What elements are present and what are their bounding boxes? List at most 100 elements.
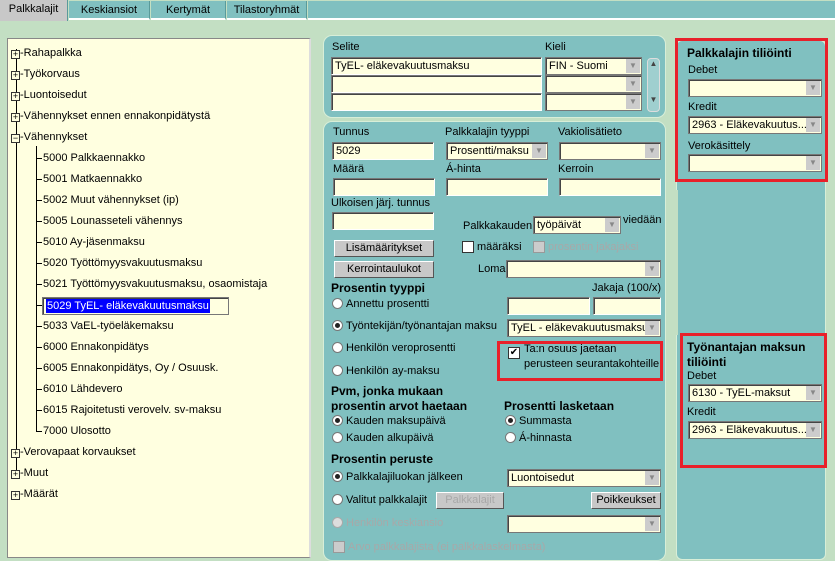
kredit-select[interactable]: 2963 - Eläkevakuutus... ▼	[688, 116, 822, 134]
selite-input-2[interactable]	[331, 75, 542, 93]
tree-group-top-1[interactable]: + -Työkorvaus	[11, 66, 80, 82]
tree-item[interactable]: 5010 Ay-jäsenmaksu	[42, 234, 146, 250]
palkkakauden-select[interactable]: työpäivät ▼	[533, 216, 621, 234]
tyonantaja-debet-select[interactable]: 6130 - TyEL-maksut ▼	[688, 384, 822, 402]
maksu-value: TyEL - eläkevakuutusmaksu	[511, 322, 649, 334]
tyonantaja-debet-label: Debet	[687, 370, 717, 382]
palkkalaji-tree[interactable]: + -Rahapalkka + -Työkorvaus + -Luontoisedut + -…	[7, 38, 311, 558]
expand-icon[interactable]: +	[11, 50, 20, 59]
tree-item[interactable]: 5033 VaEL-työeläkemaksu	[42, 318, 175, 334]
tree-group-bottom-2[interactable]: + -Määrät	[11, 486, 58, 502]
expand-icon[interactable]: +	[11, 491, 20, 500]
ahinta-input[interactable]	[446, 178, 548, 196]
peruste-title: Prosentin peruste	[331, 452, 434, 466]
maksu-select[interactable]: TyEL - eläkevakuutusmaksu ▼	[507, 319, 661, 337]
tree-group-top-2[interactable]: + -Luontoisedut	[11, 87, 87, 103]
chevron-down-icon: ▼	[626, 77, 640, 91]
kieli-select-2[interactable]: ▼	[545, 75, 642, 93]
highlight-seuranta	[497, 341, 663, 381]
tree-item[interactable]: 5021 Työttömyysvakuutusmaksu, osaomistaj…	[42, 276, 268, 292]
vakio-select[interactable]: ▼	[559, 142, 661, 160]
tree-item-label: 5000 Palkkaennakko	[43, 152, 146, 164]
tree-item[interactable]: 6015 Rajoitetusti verovelv. sv-maksu	[42, 402, 222, 418]
tyonantaja-kredit-value: 2963 - Eläkevakuutus...	[692, 424, 807, 436]
radio-ahinnasta[interactable]	[505, 432, 516, 443]
tree-item[interactable]: 6000 Ennakonpidätys	[42, 339, 150, 355]
tree-item[interactable]: 5002 Muut vähennykset (ip)	[42, 192, 180, 208]
jakaja-input[interactable]	[593, 297, 661, 315]
radio-valitut-palkkalajit[interactable]	[332, 494, 343, 505]
tyyppi-select[interactable]: Prosentti/maksu ▼	[446, 142, 548, 160]
radio-summasta[interactable]	[505, 415, 516, 426]
tiliointi-title: Palkkalajin tiliöinti	[687, 46, 792, 60]
radio-ay-maksu[interactable]	[332, 365, 343, 376]
tree-group-expanded[interactable]: − -Vähennykset	[11, 129, 87, 145]
loma-select[interactable]: ▼	[506, 260, 661, 278]
debet-select[interactable]: ▼	[688, 79, 822, 97]
maara-input[interactable]	[333, 178, 435, 196]
tyonantaja-kredit-select[interactable]: 2963 - Eläkevakuutus... ▼	[688, 421, 822, 439]
debet-label: Debet	[688, 64, 718, 76]
expand-icon[interactable]: +	[11, 71, 20, 80]
pvm-title-2: prosentin arvot haetaan	[331, 399, 468, 413]
palkkalajit-button[interactable]: Palkkalajit	[436, 492, 504, 509]
tab-keskiansiot[interactable]: Keskiansiot	[69, 1, 150, 20]
kieli-label: Kieli	[545, 41, 566, 53]
kieli-select-3[interactable]: ▼	[545, 93, 642, 111]
chevron-down-icon: ▼	[806, 81, 820, 95]
tab-kertymat[interactable]: Kertymät	[151, 1, 226, 20]
radio-tyontekijan-maksu[interactable]	[332, 320, 343, 331]
radio-henkilon-keskiansio[interactable]	[332, 517, 343, 528]
language-scrollbar[interactable]: ▲ ▼	[647, 58, 660, 112]
chevron-down-icon: ▼	[645, 144, 659, 158]
expand-icon[interactable]: +	[11, 470, 20, 479]
loma-label: Loma	[478, 263, 506, 275]
lisamaaritykset-button[interactable]: Lisämääritykset	[334, 240, 434, 257]
arvo-checkbox[interactable]	[333, 541, 345, 553]
jakajaksi-checkbox[interactable]	[533, 241, 545, 253]
tree-group-bottom-0[interactable]: + -Verovapaat korvaukset	[11, 444, 136, 460]
collapse-icon[interactable]: −	[11, 134, 20, 143]
jakajaksi-label: prosentin jakajaksi	[548, 241, 639, 253]
expand-icon[interactable]: +	[11, 449, 20, 458]
radio-kauden-alkupaiva[interactable]	[332, 432, 343, 443]
tree-line	[36, 146, 37, 431]
radio-palkkalajiluokan-jalkeen[interactable]	[332, 471, 343, 482]
tree-item[interactable]: 5005 Lounasseteli vähennys	[42, 213, 183, 229]
scroll-down-icon[interactable]: ▼	[648, 95, 659, 104]
verokasittely-select[interactable]: ▼	[688, 154, 822, 172]
tree-item[interactable]: 5020 Työttömyysvakuutusmaksu	[42, 255, 203, 271]
tree-item[interactable]: 5029 TyEL- eläkevakuutusmaksu	[42, 297, 229, 315]
tree-item[interactable]: 6010 Lähdevero	[42, 381, 124, 397]
kieli-value: FIN - Suomi	[549, 60, 608, 72]
poikkeukset-button[interactable]: Poikkeukset	[591, 492, 661, 509]
radio-veroprosentti[interactable]	[332, 342, 343, 353]
tunnus-input[interactable]: 5029	[332, 142, 434, 160]
expand-icon[interactable]: +	[11, 92, 20, 101]
radio-annettu-prosentti[interactable]	[332, 298, 343, 309]
tab-palkkalajit[interactable]: Palkkalajit	[0, 0, 68, 21]
tree-group-bottom-1[interactable]: + -Muut	[11, 465, 48, 481]
tree-item[interactable]: 5001 Matkaennakko	[42, 171, 143, 187]
kerroin-input[interactable]	[559, 178, 661, 196]
ulkoinen-input[interactable]	[332, 212, 434, 230]
tree-group-label: Työkorvaus	[23, 68, 80, 80]
selite-input-3[interactable]	[331, 93, 542, 111]
radio-kauden-maksupaiva[interactable]	[332, 415, 343, 426]
tree-group-top-0[interactable]: + -Rahapalkka	[11, 45, 82, 61]
tree-group-top-3[interactable]: + -Vähennykset ennen ennakonpidätystä	[11, 108, 210, 124]
expand-icon[interactable]: +	[11, 113, 20, 122]
tree-item[interactable]: 7000 Ulosotto	[42, 423, 112, 439]
kredit-label: Kredit	[688, 101, 717, 113]
selite-input-1[interactable]: TyEL- eläkevakuutusmaksu	[331, 57, 542, 75]
kerrointaulukot-button[interactable]: Kerrointaulukot	[334, 261, 434, 278]
tree-item[interactable]: 6005 Ennakonpidätys, Oy / Osuusk.	[42, 360, 220, 376]
kieli-select-1[interactable]: FIN - Suomi ▼	[545, 57, 642, 75]
tree-item[interactable]: 5000 Palkkaennakko	[42, 150, 146, 166]
tab-tilastoryhmat[interactable]: Tilastoryhmät	[227, 1, 307, 20]
scroll-up-icon[interactable]: ▲	[648, 59, 659, 68]
maaraksi-checkbox[interactable]	[462, 241, 474, 253]
luokka-select[interactable]: Luontoisedut ▼	[507, 469, 661, 487]
keskiansio-select[interactable]: ▼	[507, 515, 661, 533]
prosentti-input[interactable]	[507, 297, 590, 315]
